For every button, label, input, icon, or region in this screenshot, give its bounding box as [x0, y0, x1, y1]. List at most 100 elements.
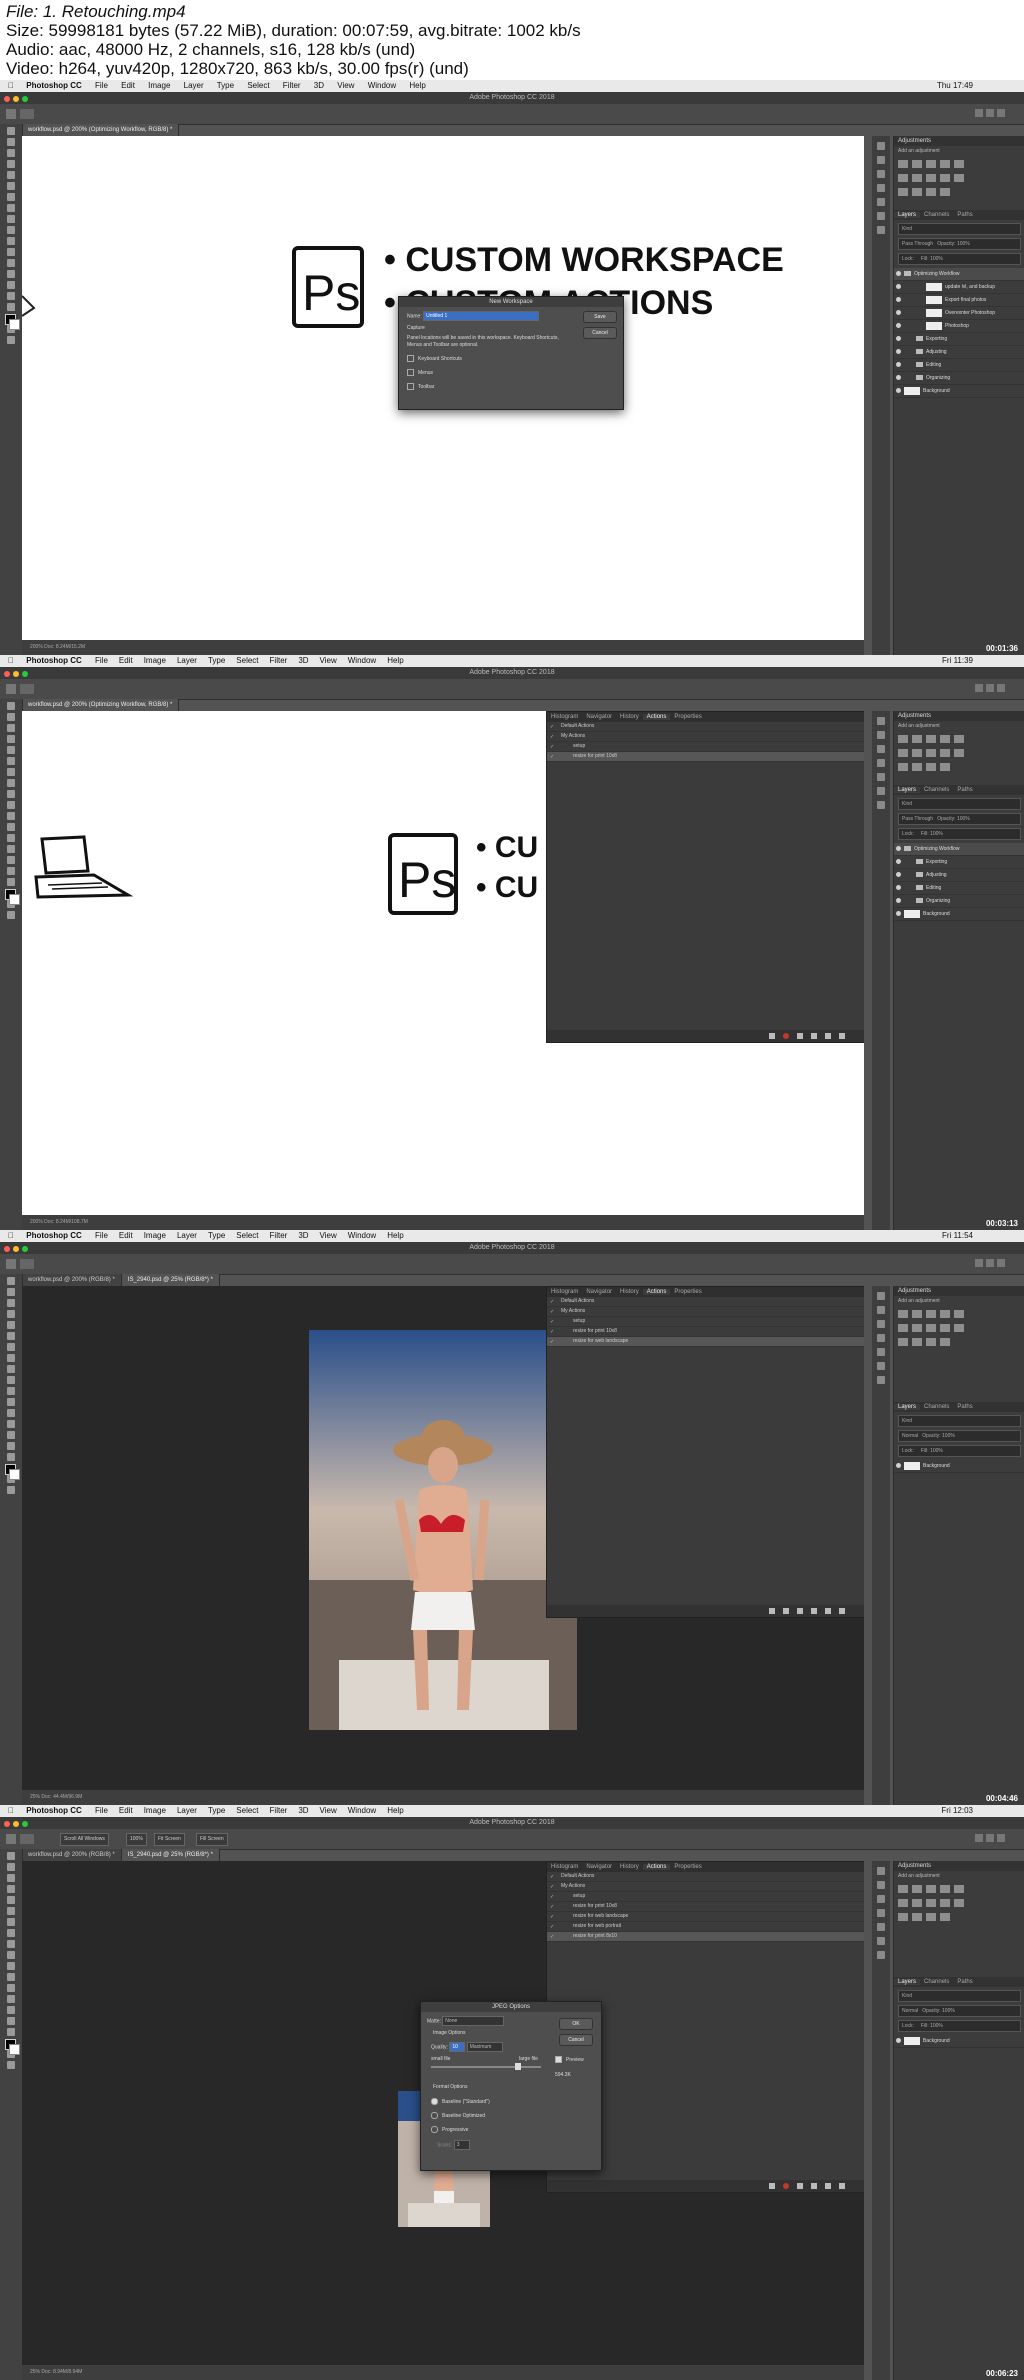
crop-tool-icon[interactable]	[7, 1321, 15, 1329]
doc-tab[interactable]: IS_2940.psd @ 25% (RGB/8*) *	[121, 1274, 220, 1286]
paragraph-icon[interactable]	[877, 1937, 885, 1945]
workspace-name-input[interactable]: Untitled 1	[423, 311, 540, 321]
check-icon[interactable]: ✓	[550, 733, 554, 742]
check-icon[interactable]: ✓	[550, 1318, 554, 1327]
preview-checkbox[interactable]	[555, 2056, 562, 2063]
visibility-eye-icon[interactable]	[896, 323, 901, 328]
check-icon[interactable]: ✓	[550, 1933, 554, 1942]
info-icon[interactable]	[877, 759, 885, 767]
crop-tool-icon[interactable]	[7, 171, 15, 179]
hue-icon[interactable]	[898, 174, 908, 182]
folder-icon[interactable]	[811, 1608, 817, 1614]
history-icon[interactable]	[877, 1292, 885, 1300]
visibility-eye-icon[interactable]	[896, 271, 901, 276]
action-row[interactable]: ✓ setup	[547, 1892, 864, 1902]
brush-panel-icon[interactable]	[877, 170, 885, 178]
visibility-eye-icon[interactable]	[896, 362, 901, 367]
visibility-eye-icon[interactable]	[896, 859, 901, 864]
action-row[interactable]: ✓ Default Actions	[547, 722, 864, 732]
visibility-eye-icon[interactable]	[896, 1463, 901, 1468]
visibility-eye-icon[interactable]	[896, 872, 901, 877]
healing-icon[interactable]	[7, 768, 15, 776]
eraser-icon[interactable]	[7, 1387, 15, 1395]
stamp-icon[interactable]	[7, 1940, 15, 1948]
check-icon[interactable]: ✓	[550, 1308, 554, 1317]
new-action-icon[interactable]	[825, 1033, 831, 1039]
history-brush-icon[interactable]	[7, 226, 15, 234]
progressive-radio[interactable]	[431, 2126, 438, 2133]
record-icon[interactable]	[783, 1608, 789, 1614]
pen-icon[interactable]	[7, 1431, 15, 1439]
quick-select-icon[interactable]	[7, 1310, 15, 1318]
visibility-eye-icon[interactable]	[896, 885, 901, 890]
crop-tool-icon[interactable]	[7, 746, 15, 754]
home-icon[interactable]	[6, 109, 16, 119]
tab-layers[interactable]: Layers	[894, 212, 921, 218]
quality-level-select[interactable]: Maximum	[466, 2042, 503, 2052]
brush-panel-icon[interactable]	[877, 745, 885, 753]
baseline-optimized-radio[interactable]	[431, 2112, 438, 2119]
stamp-icon[interactable]	[7, 790, 15, 798]
healing-icon[interactable]	[7, 193, 15, 201]
brush-panel-icon[interactable]	[877, 1320, 885, 1328]
action-row[interactable]: ✓ My Actions	[547, 1882, 864, 1892]
levels-icon[interactable]	[912, 160, 922, 168]
brush-icon[interactable]	[7, 779, 15, 787]
swatches-icon[interactable]	[877, 1306, 885, 1314]
gradient-icon[interactable]	[7, 1973, 15, 1981]
menu-item[interactable]: Select	[247, 81, 269, 90]
visibility-eye-icon[interactable]	[896, 898, 901, 903]
healing-icon[interactable]	[7, 1343, 15, 1351]
baseline-standard-radio[interactable]	[431, 2098, 438, 2105]
share-icon[interactable]	[997, 684, 1005, 692]
move-tool-icon[interactable]	[7, 1277, 15, 1285]
swatches-icon[interactable]	[877, 156, 885, 164]
fill-screen-button[interactable]: Fill Screen	[196, 1833, 228, 1846]
layer-row[interactable]: Background	[894, 2035, 1024, 2048]
scans-select[interactable]: 3	[453, 2140, 470, 2150]
visibility-eye-icon[interactable]	[896, 2038, 901, 2043]
libraries-icon[interactable]	[877, 773, 885, 781]
marquee-tool-icon[interactable]	[7, 1863, 15, 1871]
menu-item[interactable]: Help	[409, 81, 425, 90]
layer-row[interactable]: Photoshop	[894, 320, 1024, 333]
action-row[interactable]: ✓ Default Actions	[547, 1872, 864, 1882]
brightness-icon[interactable]	[898, 160, 908, 168]
doc-tab[interactable]: IS_2940.psd @ 25% (RGB/8*) *	[121, 1849, 220, 1861]
trash-icon[interactable]	[839, 1608, 845, 1614]
visibility-eye-icon[interactable]	[896, 911, 901, 916]
type-icon[interactable]	[7, 1442, 15, 1450]
history-brush-icon[interactable]	[7, 1951, 15, 1959]
action-row[interactable]: ✓ resize for web landscape	[547, 1912, 864, 1922]
trash-icon[interactable]	[839, 2183, 845, 2189]
layer-row[interactable]: Editing	[894, 359, 1024, 372]
background-color[interactable]	[9, 894, 20, 905]
check-icon[interactable]: ✓	[550, 1883, 554, 1892]
eyedropper-icon[interactable]	[7, 182, 15, 190]
quality-slider-thumb[interactable]	[515, 2063, 521, 2070]
swatches-icon[interactable]	[877, 1881, 885, 1889]
quality-input[interactable]: 10	[449, 2042, 466, 2052]
pen-icon[interactable]	[7, 856, 15, 864]
apple-icon[interactable]: 	[8, 656, 14, 665]
check-icon[interactable]: ✓	[550, 1338, 554, 1347]
libraries-icon[interactable]	[877, 1348, 885, 1356]
workspace-icon[interactable]	[986, 1834, 994, 1842]
workspace-icon[interactable]	[986, 684, 994, 692]
menu-item[interactable]: View	[337, 81, 354, 90]
quick-select-icon[interactable]	[7, 735, 15, 743]
share-icon[interactable]	[997, 1259, 1005, 1267]
tab-paths[interactable]: Paths	[953, 212, 976, 218]
menu-item[interactable]: Edit	[121, 81, 135, 90]
visibility-eye-icon[interactable]	[896, 284, 901, 289]
lasso-tool-icon[interactable]	[7, 1299, 15, 1307]
background-color[interactable]	[9, 2044, 20, 2055]
menu-item[interactable]: Type	[217, 81, 234, 90]
search-icon[interactable]	[975, 109, 983, 117]
brush-panel-icon[interactable]	[877, 1895, 885, 1903]
eyedropper-icon[interactable]	[7, 1907, 15, 1915]
play-icon[interactable]	[797, 1033, 803, 1039]
new-action-icon[interactable]	[825, 2183, 831, 2189]
libraries-icon[interactable]	[877, 198, 885, 206]
action-row[interactable]: ✓ resize for web landscape	[547, 1337, 864, 1347]
